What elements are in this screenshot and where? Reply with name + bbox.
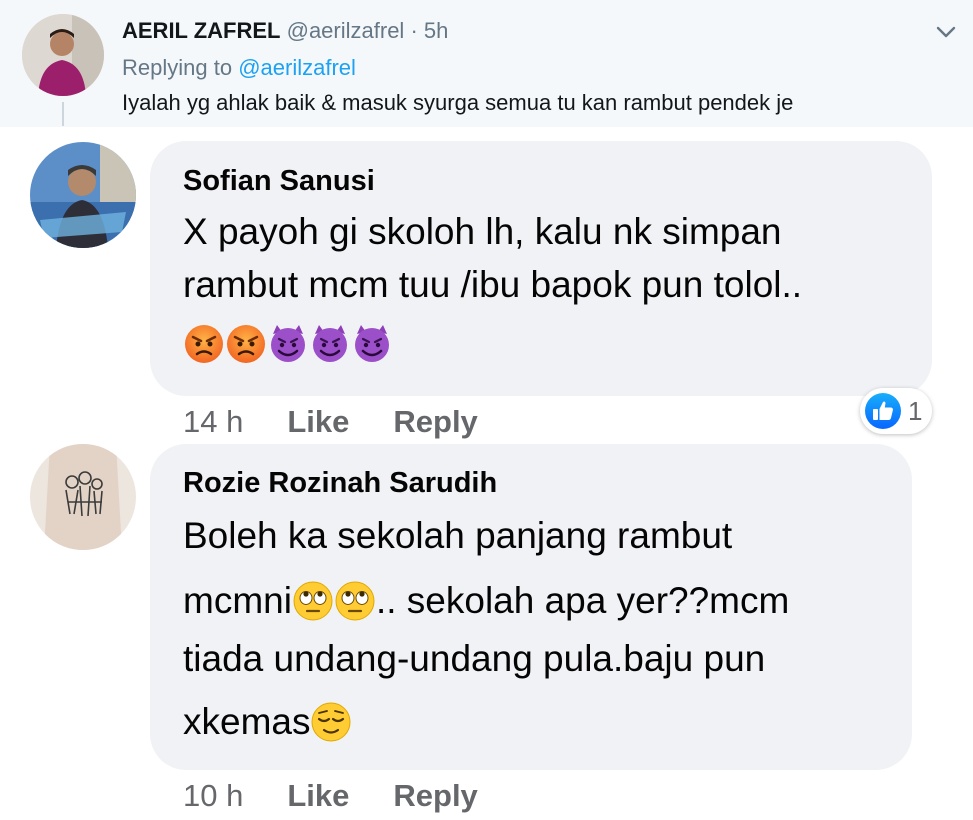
- replying-to-prefix: Replying to: [122, 55, 233, 80]
- parent-tweet[interactable]: AERIL ZAFREL @aerilzafrel · 5h Replying …: [0, 0, 973, 127]
- tattoo-avatar-image: [30, 444, 136, 550]
- comment-text-fragment: mcmni: [183, 580, 292, 621]
- replying-to-line: Replying to @aerilzafrel: [122, 55, 356, 81]
- comment-actions: 10 h Like Reply: [183, 778, 522, 814]
- person-avatar-image: [30, 142, 136, 248]
- person-avatar-image: [22, 14, 104, 96]
- thread-connector-line: [62, 102, 64, 126]
- tweet-author-avatar[interactable]: [22, 14, 104, 96]
- relieved-face-icon: [311, 702, 351, 742]
- angry-face-icon: [227, 325, 265, 363]
- comment-actions: 14 h Like Reply: [183, 404, 522, 440]
- replying-to-link[interactable]: @aerilzafrel: [238, 55, 356, 80]
- tweet-time[interactable]: 5h: [424, 18, 448, 43]
- tweet-handle[interactable]: @aerilzafrel: [287, 18, 405, 43]
- tweet-author-line: AERIL ZAFREL @aerilzafrel · 5h: [122, 18, 448, 44]
- comment-text-fragment: .. sekolah apa yer??mcm: [375, 580, 790, 621]
- reaction-count: 1: [908, 396, 923, 426]
- commenter-avatar[interactable]: [30, 142, 136, 248]
- comment-time[interactable]: 10 h: [183, 778, 243, 813]
- face-with-rolling-eyes-icon: [293, 581, 333, 621]
- smiling-devil-icon: [313, 325, 347, 362]
- comment-text-line: xkemas: [183, 700, 352, 744]
- comment-text-fragment: xkemas: [183, 701, 311, 742]
- like-reaction-icon: [865, 393, 901, 429]
- commenter-name[interactable]: Sofian Sanusi: [183, 165, 375, 198]
- chevron-down-icon[interactable]: [934, 22, 958, 42]
- face-with-rolling-eyes-icon: [335, 581, 375, 621]
- like-button[interactable]: Like: [287, 404, 349, 439]
- tweet-text: Iyalah yg ahlak baik & masuk syurga semu…: [122, 90, 794, 115]
- tweet-display-name[interactable]: AERIL ZAFREL: [122, 18, 280, 43]
- comment-text-line: X payoh gi skoloh lh, kalu nk simpan: [183, 211, 782, 252]
- smiling-devil-icon: [355, 325, 389, 362]
- reaction-summary[interactable]: 1: [860, 388, 932, 434]
- tweet-separator: ·: [410, 18, 418, 43]
- comment-text-line: mcmni .. sekolah apa yer??mcm: [183, 579, 789, 623]
- commenter-name[interactable]: Rozie Rozinah Sarudih: [183, 467, 497, 500]
- commenter-avatar[interactable]: [30, 444, 136, 550]
- comment-text-line: Boleh ka sekolah panjang rambut: [183, 515, 733, 556]
- angry-face-icon: [185, 325, 223, 363]
- comment-text-line: rambut mcm tuu /ibu bapok pun tolol..: [183, 264, 803, 305]
- reply-button[interactable]: Reply: [393, 404, 477, 439]
- reply-button[interactable]: Reply: [393, 778, 477, 813]
- comment-time[interactable]: 14 h: [183, 404, 243, 439]
- like-button[interactable]: Like: [287, 778, 349, 813]
- emoji-row: [183, 322, 393, 366]
- comment-text-line: tiada undang-undang pula.baju pun: [183, 638, 766, 679]
- smiling-devil-icon: [271, 325, 305, 362]
